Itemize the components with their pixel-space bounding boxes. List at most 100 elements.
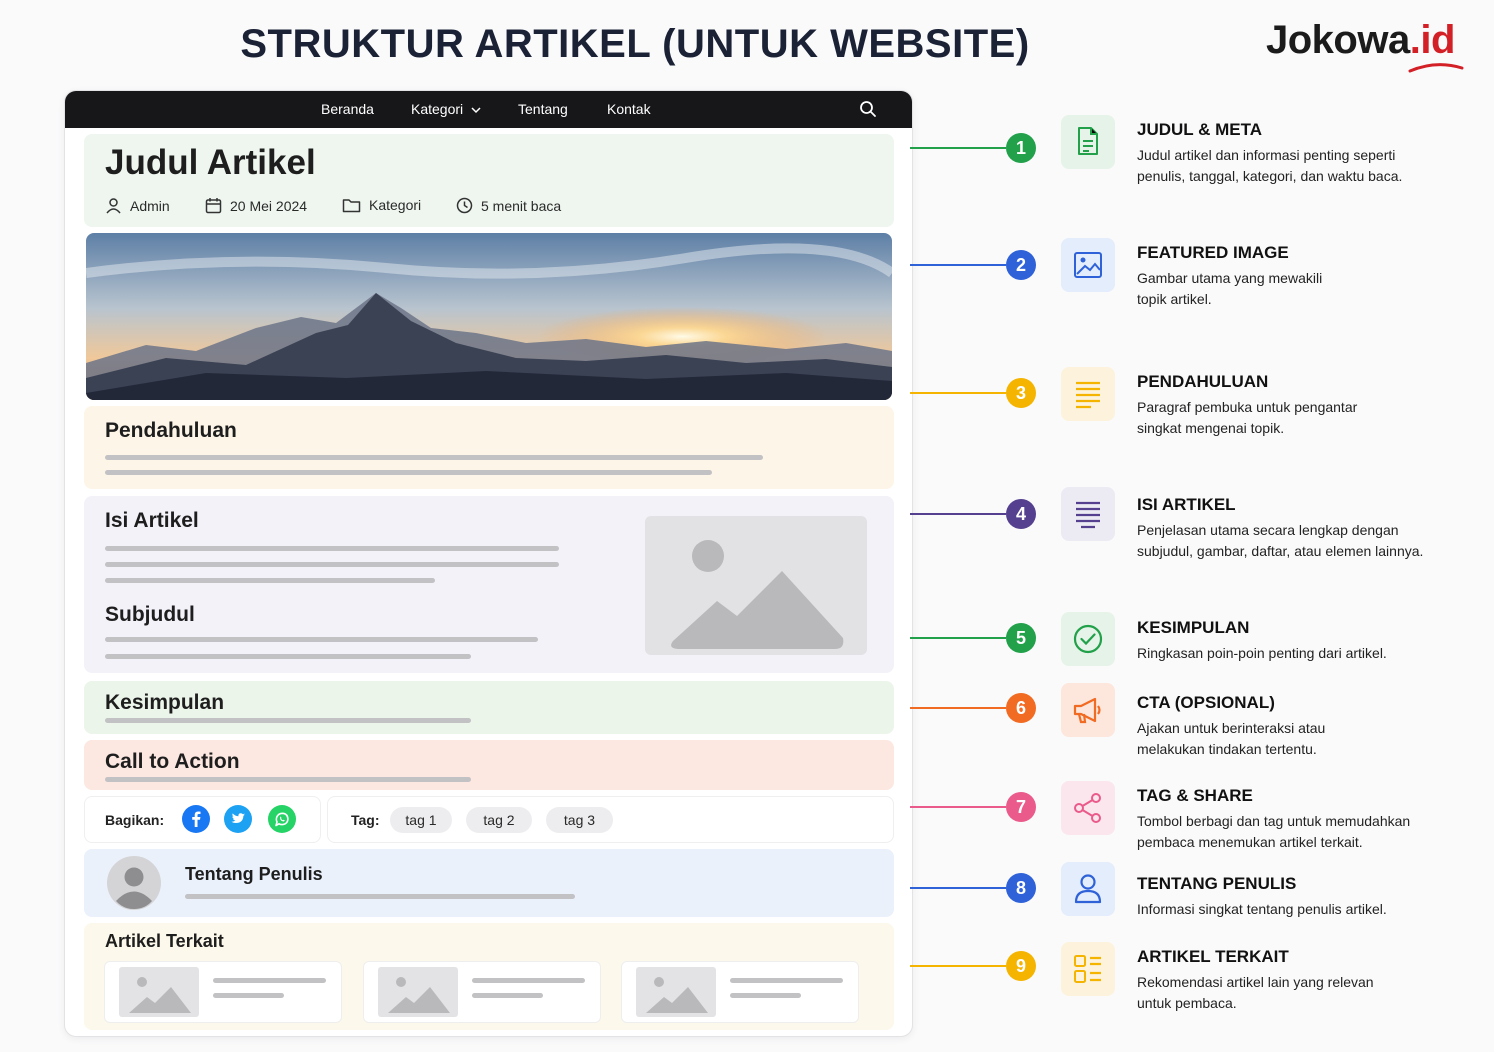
- search-icon[interactable]: [859, 100, 877, 118]
- legend-title: TENTANG PENULIS: [1137, 874, 1297, 893]
- legend-icon-tile: [1061, 238, 1115, 292]
- tag-pill[interactable]: tag 1: [390, 807, 452, 833]
- text-placeholder-line: [472, 993, 543, 998]
- user-icon: [1074, 874, 1102, 904]
- text-placeholder-line: [730, 978, 843, 983]
- tag-pill[interactable]: tag 2: [466, 807, 532, 833]
- related-article-card[interactable]: [621, 961, 859, 1023]
- step-number-badge: 8: [1006, 873, 1036, 903]
- brand-logo: Jokowa.id: [1266, 18, 1466, 74]
- whatsapp-share-button[interactable]: [268, 805, 296, 833]
- facebook-share-button[interactable]: [182, 805, 210, 833]
- meta-read-time: 5 menit baca: [456, 197, 561, 214]
- legend-description-line: Tombol berbagi dan tag untuk memudahkan: [1137, 813, 1411, 829]
- tag-pill[interactable]: tag 3: [546, 807, 613, 833]
- legend-title: TAG & SHARE: [1137, 786, 1253, 805]
- legend-description-line: melakukan tindakan tertentu.: [1137, 741, 1317, 757]
- legend-title: JUDUL & META: [1137, 120, 1262, 139]
- featured-image: [86, 233, 892, 400]
- legend-description-line: subjudul, gambar, daftar, atau elemen la…: [1137, 543, 1424, 559]
- connector-line: [910, 637, 1006, 639]
- brand-name: Jokowa: [1266, 18, 1410, 62]
- connector-line: [910, 707, 1006, 709]
- meta-date: 20 Mei 2024: [205, 197, 307, 214]
- legend-description-line: Ringkasan poin-poin penting dari artikel…: [1137, 645, 1387, 661]
- legend-icon-tile: [1061, 115, 1115, 169]
- grid-icon: [1074, 955, 1101, 983]
- avatar: [107, 856, 161, 910]
- page-title: STRUKTUR ARTIKEL (UNTUK WEBSITE): [240, 22, 1030, 66]
- whatsapp-icon: [275, 812, 289, 827]
- share-label: Bagikan:: [105, 812, 165, 828]
- nav-item-kategori-label: Kategori: [411, 101, 464, 117]
- introduction-title: Pendahuluan: [105, 419, 237, 442]
- nav-item-kontak[interactable]: Kontak: [607, 101, 651, 117]
- connector-line: [910, 392, 1006, 394]
- legend-description-line: Gambar utama yang mewakili: [1137, 270, 1323, 286]
- legend-icon-tile: [1061, 683, 1115, 737]
- subheading: Subjudul: [105, 603, 195, 626]
- legend-icon-tile: [1061, 781, 1115, 835]
- text-placeholder-line: [105, 578, 435, 583]
- brand-suffix: .id: [1409, 18, 1456, 62]
- megaphone-icon: [1073, 697, 1101, 724]
- image-icon: [1074, 252, 1102, 278]
- user-icon: [106, 198, 121, 214]
- connector-line: [910, 806, 1006, 808]
- text-placeholder-line: [105, 470, 712, 475]
- legend-icon-tile: [1061, 942, 1115, 996]
- nav-item-beranda[interactable]: Beranda: [321, 101, 374, 117]
- cta-title: Call to Action: [105, 750, 240, 773]
- legend-description-line: Paragraf pembuka untuk pengantar: [1137, 399, 1358, 415]
- related-article-card[interactable]: [363, 961, 601, 1023]
- connector-line: [910, 513, 1006, 515]
- legend-title: KESIMPULAN: [1137, 618, 1250, 637]
- twitter-share-button[interactable]: [224, 805, 252, 833]
- meta-author: Admin: [105, 197, 170, 214]
- legend-description: Rekomendasi artikel lain yang relevan unt…: [1137, 972, 1467, 1014]
- text-placeholder-line: [105, 455, 763, 460]
- step-number-badge: 9: [1006, 951, 1036, 981]
- step-number-badge: 7: [1006, 792, 1036, 822]
- legend-description: Ajakan untuk berinteraksi atau melakukan …: [1137, 718, 1467, 760]
- legend-description-line: Ajakan untuk berinteraksi atau: [1137, 720, 1326, 736]
- image-placeholder-icon: [378, 967, 458, 1017]
- text-placeholder-line: [105, 654, 471, 659]
- connector-line: [910, 965, 1006, 967]
- folder-icon: [342, 199, 361, 213]
- text-placeholder-line: [213, 993, 284, 998]
- step-number-badge: 4: [1006, 499, 1036, 529]
- share-icon: [1074, 793, 1101, 823]
- meta-read-time-text: 5 menit baca: [481, 197, 562, 214]
- facebook-icon: [192, 811, 201, 827]
- legend-title: PENDAHULUAN: [1137, 372, 1269, 391]
- connector-line: [910, 264, 1006, 266]
- step-number-badge: 5: [1006, 623, 1036, 653]
- legend-icon-tile: [1061, 367, 1115, 421]
- related-article-card[interactable]: [104, 961, 342, 1023]
- chevron-down-icon: [471, 107, 481, 114]
- legend-description: Ringkasan poin-poin penting dari artikel…: [1137, 643, 1467, 664]
- text-placeholder-line: [105, 562, 559, 567]
- conclusion-title: Kesimpulan: [105, 691, 225, 714]
- legend-description: Tombol berbagi dan tag untuk memudahkan p…: [1137, 811, 1467, 853]
- brand-swoosh-icon: [1408, 63, 1464, 73]
- tag-label: Tag:: [351, 812, 380, 828]
- meta-category: Kategori: [342, 197, 421, 213]
- legend-title: ISI ARTIKEL: [1137, 495, 1236, 514]
- text-placeholder-line: [185, 894, 575, 899]
- text-lines-icon: [1076, 501, 1100, 529]
- legend-description-line: penulis, tanggal, kategori, dan waktu ba…: [1137, 168, 1403, 184]
- legend-description: Gambar utama yang mewakili topik artikel.: [1137, 268, 1467, 310]
- legend-description-line: pembaca menemukan artikel terkait.: [1137, 834, 1363, 850]
- legend-description-line: singkat mengenai topik.: [1137, 420, 1285, 436]
- legend-description-line: Judul artikel dan informasi penting sepe…: [1137, 147, 1396, 163]
- nav-item-kategori[interactable]: Kategori: [411, 101, 481, 117]
- text-placeholder-line: [105, 718, 471, 723]
- legend-title: FEATURED IMAGE: [1137, 243, 1289, 262]
- legend-icon-tile: [1061, 862, 1115, 916]
- legend-description: Penjelasan utama secara lengkap dengan su…: [1137, 520, 1467, 562]
- text-placeholder-line: [105, 546, 559, 551]
- legend-description-line: topik artikel.: [1137, 291, 1212, 307]
- nav-item-tentang[interactable]: Tentang: [518, 101, 568, 117]
